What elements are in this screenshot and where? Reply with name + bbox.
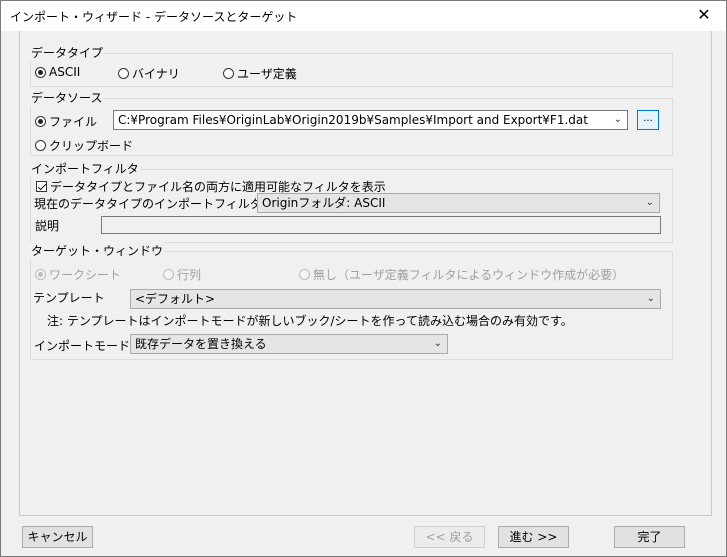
data-type-group-label: データタイプ bbox=[30, 44, 105, 61]
browse-button[interactable]: ... bbox=[637, 110, 659, 130]
target-window-group-label: ターゲット・ウィンドウ bbox=[30, 242, 165, 259]
radio-file-indicator bbox=[35, 116, 46, 127]
panel-right-border bbox=[711, 31, 712, 516]
radio-ascii-indicator bbox=[35, 66, 46, 78]
radio-worksheet-label: ワークシート bbox=[49, 268, 122, 282]
template-label: テンプレート bbox=[33, 291, 105, 305]
chevron-down-icon[interactable]: ⌄ bbox=[647, 290, 655, 308]
current-filter-label: 現在のデータタイプのインポートフィルタ bbox=[34, 197, 262, 211]
radio-user-defined-indicator bbox=[223, 68, 234, 79]
template-note: 注: テンプレートはインポートモードが新しいブック/シートを作って読み込む場合の… bbox=[47, 314, 573, 328]
file-path-combo[interactable]: C:¥Program Files¥OriginLab¥Origin2019b¥S… bbox=[113, 110, 628, 130]
radio-user-defined-label: ユーザ定義 bbox=[237, 67, 297, 81]
title-bar: インポート・ウィザード - データソースとターゲット ✕ bbox=[1, 1, 726, 31]
template-value: <デフォルト> bbox=[135, 292, 216, 306]
radio-binary[interactable]: バイナリ bbox=[118, 65, 180, 82]
finish-button[interactable]: 完了 bbox=[614, 526, 685, 548]
radio-worksheet[interactable]: ワークシート bbox=[35, 266, 121, 283]
close-icon[interactable]: ✕ bbox=[694, 5, 714, 25]
radio-ascii-label: ASCII bbox=[49, 65, 81, 79]
radio-clipboard[interactable]: クリップボード bbox=[35, 137, 133, 154]
chevron-down-icon[interactable]: ⌄ bbox=[646, 194, 654, 212]
import-filter-group-label: インポートフィルタ bbox=[30, 160, 140, 177]
current-filter-value: Originフォルダ: ASCII bbox=[262, 196, 386, 210]
radio-ascii[interactable]: ASCII bbox=[35, 65, 80, 79]
radio-binary-label: バイナリ bbox=[132, 67, 180, 81]
description-label: 説明 bbox=[35, 219, 60, 233]
import-wizard-window: インポート・ウィザード - データソースとターゲット ✕ データタイプ ASCI… bbox=[0, 0, 727, 557]
radio-clipboard-indicator bbox=[35, 140, 46, 151]
import-mode-combo[interactable]: 既存データを置き換える ⌄ bbox=[130, 334, 448, 354]
panel-bottom-divider bbox=[19, 515, 712, 516]
radio-clipboard-label: クリップボード bbox=[49, 139, 134, 153]
radio-file-label: ファイル bbox=[49, 115, 98, 129]
radio-none[interactable]: 無し（ユーザ定義フィルタによるウィンドウ作成が必要） bbox=[299, 266, 624, 283]
panel-left-border bbox=[19, 31, 20, 516]
radio-file[interactable]: ファイル bbox=[35, 113, 97, 130]
data-source-group-label: データソース bbox=[30, 89, 104, 106]
radio-worksheet-indicator bbox=[35, 269, 46, 280]
radio-matrix-indicator bbox=[163, 269, 174, 280]
checkbox-checked-icon bbox=[36, 181, 47, 192]
template-combo[interactable]: <デフォルト> ⌄ bbox=[130, 289, 661, 309]
radio-matrix[interactable]: 行列 bbox=[163, 266, 201, 283]
current-filter-combo[interactable]: Originフォルダ: ASCII ⌄ bbox=[257, 193, 660, 213]
chevron-down-icon[interactable]: ⌄ bbox=[614, 111, 622, 129]
radio-matrix-label: 行列 bbox=[177, 268, 202, 282]
window-title: インポート・ウィザード - データソースとターゲット bbox=[10, 10, 298, 24]
next-button[interactable]: 進む >> bbox=[498, 526, 569, 548]
description-field[interactable] bbox=[101, 216, 661, 234]
back-button[interactable]: << 戻る bbox=[414, 526, 485, 548]
chevron-down-icon[interactable]: ⌄ bbox=[434, 335, 442, 353]
radio-none-label: 無し（ユーザ定義フィルタによるウィンドウ作成が必要） bbox=[313, 268, 625, 282]
radio-user-defined[interactable]: ユーザ定義 bbox=[223, 65, 297, 82]
radio-binary-indicator bbox=[118, 68, 129, 79]
import-mode-label: インポートモード bbox=[34, 339, 131, 353]
file-path-value: C:¥Program Files¥OriginLab¥Origin2019b¥S… bbox=[118, 113, 588, 127]
import-mode-value: 既存データを置き換える bbox=[135, 337, 267, 351]
cancel-button[interactable]: キャンセル bbox=[22, 526, 93, 548]
radio-none-indicator bbox=[299, 269, 310, 280]
